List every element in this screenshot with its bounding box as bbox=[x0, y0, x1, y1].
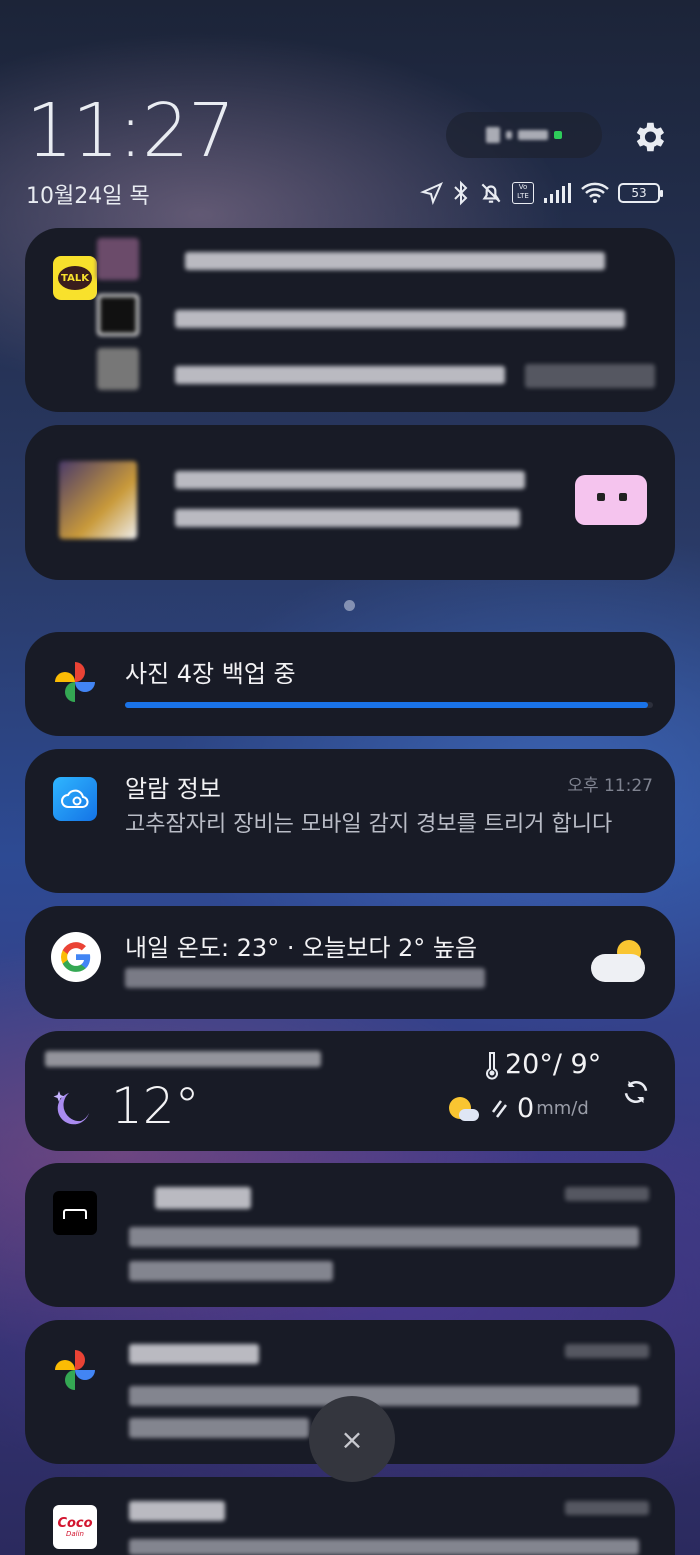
network-pill[interactable] bbox=[446, 112, 602, 158]
kakaotalk-notification[interactable]: TALK bbox=[25, 228, 675, 412]
notification-title bbox=[155, 1187, 251, 1209]
coco-notification[interactable]: Coco Dalin bbox=[25, 1477, 675, 1555]
avatar bbox=[97, 294, 139, 336]
volte-icon: Vo LTE bbox=[512, 182, 534, 204]
battery-icon: 53 bbox=[618, 183, 663, 203]
google-icon bbox=[51, 932, 101, 982]
page-indicator bbox=[344, 600, 355, 611]
weather-widget-notification[interactable]: 12° 20°/ 9° 0 mm/d bbox=[25, 1031, 675, 1151]
date: 10월24일 목 bbox=[26, 184, 150, 209]
app-notification[interactable] bbox=[25, 1163, 675, 1307]
notification-time bbox=[565, 1501, 649, 1515]
pinwheel-icon bbox=[55, 662, 95, 702]
notification-title bbox=[129, 1501, 225, 1521]
precipitation: 0 mm/d bbox=[449, 1093, 589, 1124]
clear-all-button[interactable]: × bbox=[309, 1396, 395, 1482]
alarm-body: 고추잠자리 장비는 모바일 감지 경보를 트리거 합니다 bbox=[125, 812, 613, 837]
sticker-icon bbox=[575, 475, 647, 525]
avatar bbox=[97, 348, 139, 390]
message-preview bbox=[525, 364, 655, 388]
clock: 11:27 bbox=[26, 88, 235, 174]
alarm-notification[interactable]: 알람 정보 오후 11:27 고추잠자리 장비는 모바일 감지 경보를 트리거 … bbox=[25, 749, 675, 893]
notification-body bbox=[129, 1539, 639, 1555]
moon-icon bbox=[53, 1091, 89, 1125]
coco-icon: Coco Dalin bbox=[53, 1505, 97, 1549]
wifi-icon bbox=[581, 182, 609, 203]
alarm-title: 알람 정보 bbox=[125, 775, 221, 803]
notification-body bbox=[129, 1261, 333, 1281]
bluetooth-icon bbox=[454, 180, 468, 206]
box-icon bbox=[53, 1191, 97, 1235]
current-temperature: 12° bbox=[111, 1077, 200, 1135]
gear-icon[interactable] bbox=[630, 118, 668, 156]
message-preview bbox=[175, 509, 520, 527]
thermometer-icon bbox=[486, 1051, 498, 1079]
message-preview bbox=[185, 252, 605, 270]
message-preview bbox=[175, 366, 505, 384]
notification-body bbox=[129, 1418, 309, 1438]
location-icon bbox=[420, 182, 443, 205]
active-dot bbox=[554, 131, 562, 139]
alarm-time: 오후 11:27 bbox=[567, 776, 653, 796]
avatar bbox=[59, 461, 137, 539]
pinwheel-icon bbox=[55, 1350, 95, 1390]
message-preview bbox=[175, 471, 525, 489]
notification-body bbox=[129, 1227, 639, 1247]
backup-title: 사진 4장 백업 중 bbox=[125, 660, 296, 688]
backup-progress bbox=[125, 702, 653, 708]
photos-backup-notification[interactable]: 사진 4장 백업 중 bbox=[25, 632, 675, 736]
google-weather-notification[interactable]: 내일 온도: 23° · 오늘보다 2° 높음 bbox=[25, 906, 675, 1019]
signal-icon bbox=[544, 183, 571, 203]
camera-cloud-icon bbox=[53, 777, 97, 821]
weather-detail bbox=[125, 968, 485, 988]
talk-icon: TALK bbox=[53, 256, 97, 300]
avatar bbox=[97, 238, 139, 280]
location-label bbox=[45, 1051, 321, 1067]
partly-cloudy-icon bbox=[591, 940, 647, 982]
message-preview bbox=[175, 310, 625, 328]
high-low: 20°/ 9° bbox=[485, 1049, 601, 1080]
mute-icon bbox=[481, 183, 501, 203]
status-icons: Vo LTE 53 bbox=[420, 178, 663, 208]
temperature-summary: 내일 온도: 23° · 오늘보다 2° 높음 bbox=[125, 934, 478, 962]
notification-body bbox=[129, 1386, 639, 1406]
rain-icon bbox=[491, 1099, 507, 1118]
partly-sunny-icon bbox=[449, 1095, 479, 1123]
chat-notification[interactable] bbox=[25, 425, 675, 580]
refresh-icon[interactable] bbox=[621, 1077, 651, 1107]
notification-title bbox=[129, 1344, 259, 1364]
notification-time bbox=[565, 1344, 649, 1358]
notification-time bbox=[565, 1187, 649, 1201]
